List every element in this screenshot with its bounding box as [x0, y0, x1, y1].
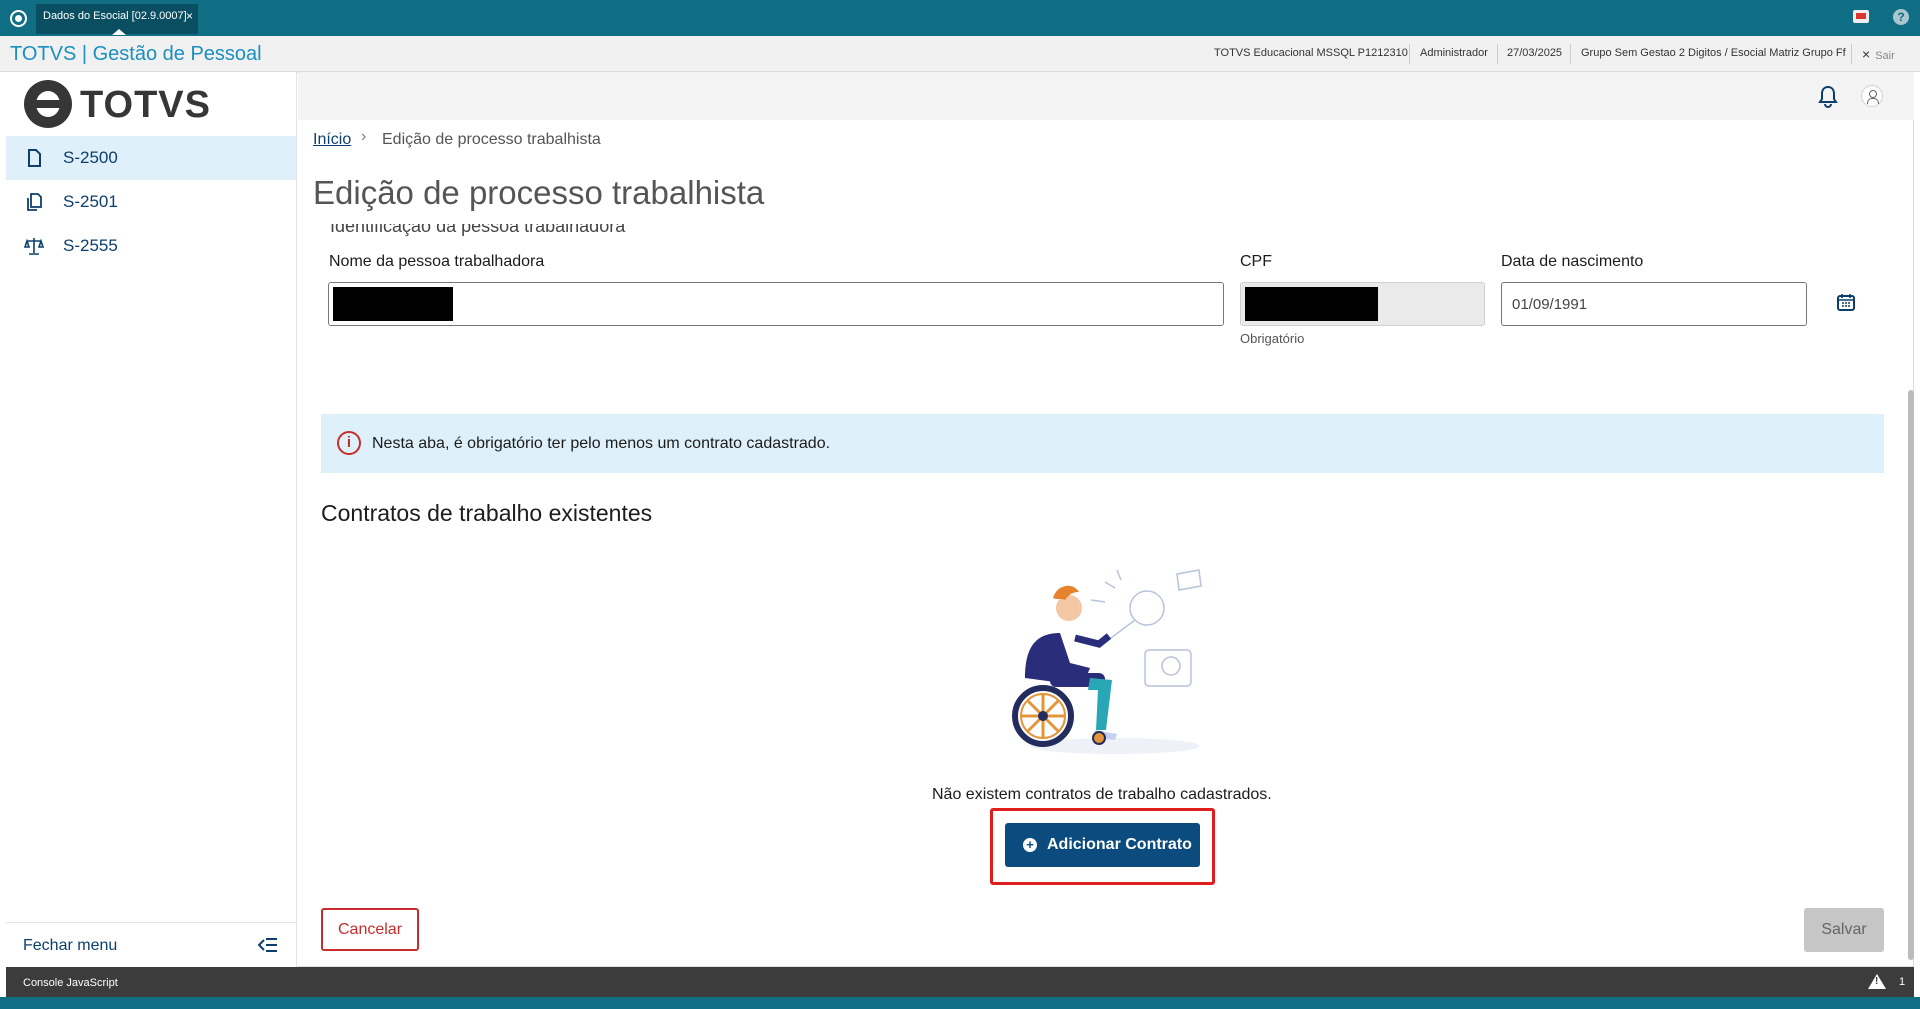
- tab-caret-icon: [112, 29, 126, 35]
- sidebar-item-label: S-2500: [63, 148, 118, 167]
- redacted-value: [1245, 287, 1378, 321]
- breadcrumb-home-link[interactable]: Início: [313, 131, 351, 149]
- exit-label: Sair: [1875, 50, 1895, 62]
- sidebar-item-label: S-2555: [63, 236, 118, 255]
- sidebar-item-s2555[interactable]: S-2555: [6, 224, 296, 268]
- breadcrumb-separator-icon: ›: [361, 128, 367, 145]
- breadcrumb-current: Edição de processo trabalhista: [382, 131, 601, 148]
- close-menu-button[interactable]: Fechar menu: [23, 937, 117, 955]
- copy-icon: [27, 193, 42, 211]
- warning-icon[interactable]: [1868, 974, 1886, 989]
- window-tab[interactable]: Dados do Esocial [02.9.0007] ×: [36, 4, 198, 35]
- birth-date-label: Data de nascimento: [1501, 253, 1644, 270]
- section-heading-text: Identificação da pessoa trabalhadora: [330, 224, 626, 236]
- scale-icon: [24, 238, 44, 255]
- user-info: Administrador: [1420, 47, 1488, 59]
- console-bar: Console JavaScript 1: [6, 967, 1914, 997]
- vertical-scrollbar[interactable]: [1908, 390, 1914, 960]
- redacted-value: [333, 287, 453, 321]
- sidebar-footer: Fechar menu: [6, 922, 296, 967]
- divider: [1570, 44, 1571, 64]
- calendar-icon[interactable]: [1836, 292, 1856, 312]
- divider: [1851, 44, 1852, 64]
- info-alert: i Nesta aba, é obrigatório ter pelo meno…: [321, 414, 1884, 473]
- date-info: 27/03/2025: [1507, 47, 1563, 59]
- alert-text: Nesta aba, é obrigatório ter pelo menos …: [372, 435, 831, 452]
- sidebar-item-s2501[interactable]: S-2501: [6, 180, 296, 224]
- divider: [1409, 44, 1410, 64]
- help-icon[interactable]: ?: [1893, 9, 1909, 25]
- tab-title: Dados do Esocial [02.9.0007]: [43, 10, 187, 22]
- mail-icon[interactable]: [1853, 10, 1869, 23]
- exit-button[interactable]: × Sair: [1862, 46, 1895, 62]
- empty-state-text: Não existem contratos de trabalho cadast…: [932, 786, 1272, 803]
- totvs-logo: TOTVS: [24, 80, 244, 132]
- divider: [1497, 44, 1498, 64]
- sidebar-item-s2500[interactable]: S-2500: [6, 136, 296, 180]
- totvs-logo-icon: [24, 80, 72, 128]
- file-icon: [28, 149, 41, 167]
- save-button[interactable]: Salvar: [1804, 908, 1884, 952]
- tab-close-icon[interactable]: ×: [186, 4, 193, 28]
- warning-count: 1: [1899, 976, 1906, 988]
- name-field-label: Nome da pessoa trabalhadora: [329, 253, 545, 270]
- window-bottom-border: [0, 997, 1920, 1009]
- top-toolbar: [298, 72, 1914, 120]
- app-logo-icon: [10, 10, 27, 27]
- birth-date-field[interactable]: 01/09/1991: [1501, 282, 1807, 326]
- cpf-field: [1240, 282, 1485, 326]
- info-icon: i: [337, 431, 361, 455]
- environment-info: TOTVS Educacional MSSQL P1212310: [1214, 47, 1408, 59]
- plus-circle-icon: +: [1023, 838, 1037, 852]
- cpf-field-label: CPF: [1240, 253, 1272, 270]
- user-avatar-icon[interactable]: [1861, 85, 1883, 107]
- cpf-helper-text: Obrigatório: [1240, 331, 1305, 346]
- sidebar: TOTVS S-2500 S-2501 S-2555 Fechar menu: [6, 72, 297, 967]
- clipped-section-heading: Identificação da pessoa trabalhadora: [330, 224, 730, 236]
- notifications-bell-icon[interactable]: [1817, 84, 1839, 108]
- page-title: Edição de processo trabalhista: [313, 174, 765, 211]
- logo-text: TOTVS: [80, 84, 211, 126]
- add-contract-button[interactable]: + Adicionar Contrato: [1005, 823, 1200, 867]
- sidebar-item-label: S-2501: [63, 192, 118, 211]
- cancel-button[interactable]: Cancelar: [321, 908, 419, 951]
- collapse-menu-icon[interactable]: [258, 936, 278, 954]
- contracts-section-title: Contratos de trabalho existentes: [321, 500, 653, 526]
- company-info: Grupo Sem Gestao 2 Digitos / Esocial Mat…: [1581, 47, 1846, 59]
- window-titlebar: Dados do Esocial [02.9.0007] × ?: [0, 0, 1920, 36]
- birth-date-value: 01/09/1991: [1512, 296, 1588, 313]
- empty-state-illustration: [1012, 569, 1202, 754]
- close-icon: ×: [1862, 46, 1871, 62]
- add-contract-label: Adicionar Contrato: [1047, 836, 1192, 853]
- name-field[interactable]: [328, 282, 1224, 326]
- brand-title: TOTVS | Gestão de Pessoal: [10, 43, 262, 65]
- app-header: TOTVS | Gestão de Pessoal TOTVS Educacio…: [0, 36, 1920, 72]
- console-label[interactable]: Console JavaScript: [23, 977, 118, 989]
